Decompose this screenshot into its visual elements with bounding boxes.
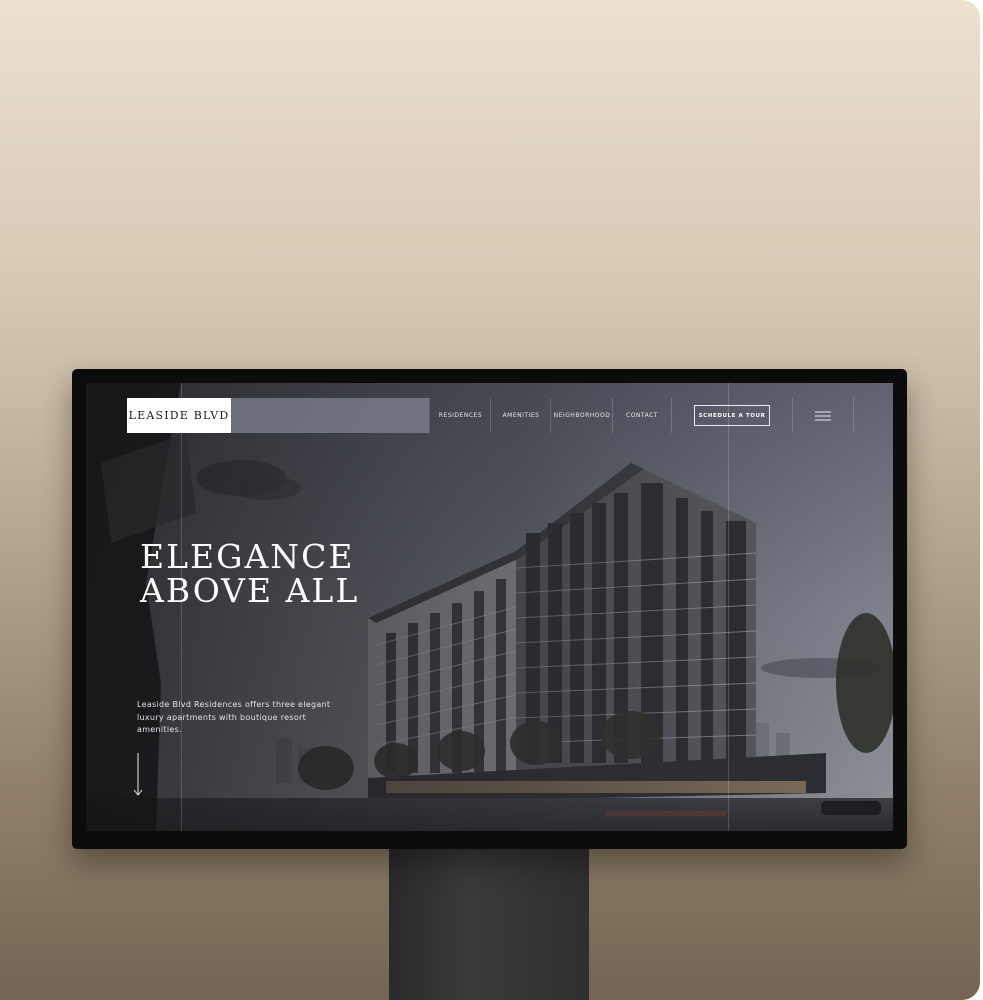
nav-link-amenities[interactable]: AMENITIES (490, 398, 551, 433)
site-logo[interactable]: LEASIDE BLVD (127, 398, 231, 433)
nav-link-residences[interactable]: RESIDENCES (429, 398, 491, 433)
top-navigation: LEASIDE BLVD RESIDENCES AMENITIES NEIGHB… (86, 383, 893, 435)
hero-title: ELEGANCE ABOVE ALL (140, 540, 400, 608)
nav-link-neighborhood[interactable]: NEIGHBORHOOD (550, 398, 613, 433)
device-mockup-background: LEASIDE BLVD RESIDENCES AMENITIES NEIGHB… (0, 0, 980, 1000)
website-screen: LEASIDE BLVD RESIDENCES AMENITIES NEIGHB… (86, 383, 893, 831)
monitor-frame: LEASIDE BLVD RESIDENCES AMENITIES NEIGHB… (72, 369, 907, 849)
hamburger-menu-icon (815, 411, 831, 420)
nav-spacer-bar (231, 398, 429, 433)
monitor-stand (389, 840, 589, 1000)
schedule-tour-button[interactable]: SCHEDULE A TOUR (694, 405, 770, 426)
menu-button[interactable] (792, 398, 854, 433)
hero-title-line-2: ABOVE ALL (140, 571, 360, 610)
nav-link-contact[interactable]: CONTACT (612, 398, 672, 433)
grid-line (728, 383, 729, 831)
down-arrow-icon[interactable] (133, 753, 143, 797)
hero-title-line-1: ELEGANCE (140, 537, 355, 576)
hero-description: Leaside Blvd Residences offers three ele… (137, 700, 331, 734)
